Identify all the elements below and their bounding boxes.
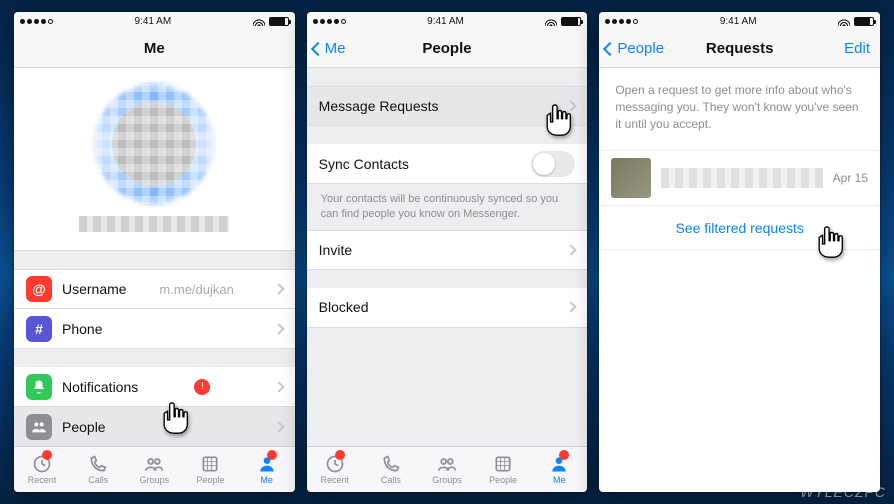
tab-people[interactable]: People [475, 447, 531, 492]
row-label: Sync Contacts [319, 156, 409, 172]
chevron-right-icon [273, 283, 284, 294]
back-button[interactable]: Me [313, 40, 346, 57]
chevron-right-icon [273, 421, 284, 432]
screen-me: 9:41 AM Me @ Username m.me/dujkan # Phon… [14, 12, 295, 492]
row-username[interactable]: @ Username m.me/dujkan [14, 269, 295, 309]
nav-bar: Me [14, 30, 295, 68]
badge-icon [335, 450, 345, 460]
username-value: m.me/dujkan [159, 282, 241, 297]
tab-label: People [489, 475, 517, 485]
nav-title: People [422, 40, 471, 57]
battery-icon [269, 17, 289, 26]
request-row[interactable]: Apr 15 [599, 150, 880, 206]
profile-name-obscured [79, 216, 229, 232]
chevron-right-icon [273, 323, 284, 334]
nav-bar: Me People [307, 30, 588, 68]
tab-groups[interactable]: Groups [126, 447, 182, 492]
watermark: WYLECZPC [800, 484, 886, 500]
profile-header[interactable] [14, 68, 295, 251]
row-label: People [62, 419, 106, 435]
status-time: 9:41 AM [720, 16, 757, 27]
nav-title: Requests [706, 40, 774, 57]
alert-badge: ! [194, 379, 210, 395]
wifi-icon [545, 17, 557, 26]
screen-requests: 9:41 AM People Requests Edit Open a requ… [599, 12, 880, 492]
tab-label: Recent [28, 475, 57, 485]
wifi-icon [838, 17, 850, 26]
tab-recent[interactable]: Recent [307, 447, 363, 492]
back-label: Me [325, 40, 346, 57]
request-date: Apr 15 [833, 171, 868, 185]
toggle-switch[interactable] [531, 151, 575, 177]
phone-number-icon: # [26, 316, 52, 342]
status-bar: 9:41 AM [307, 12, 588, 30]
tab-calls[interactable]: Calls [363, 447, 419, 492]
badge-icon [267, 450, 277, 460]
status-bar: 9:41 AM [599, 12, 880, 30]
sync-contacts-note: Your contacts will be continuously synce… [307, 184, 588, 230]
tab-label: Recent [320, 475, 349, 485]
row-label: Invite [319, 242, 352, 258]
tab-me[interactable]: Me [239, 447, 295, 492]
tab-label: Calls [381, 475, 401, 485]
tab-label: People [196, 475, 224, 485]
row-message-requests[interactable]: Message Requests [307, 86, 588, 126]
row-invite[interactable]: Invite [307, 230, 588, 270]
tab-label: Groups [140, 475, 170, 485]
row-people[interactable]: People [14, 407, 295, 446]
see-filtered-requests-link[interactable]: See filtered requests [599, 206, 880, 250]
at-icon: @ [26, 276, 52, 302]
tab-label: Me [553, 475, 566, 485]
row-label: Message Requests [319, 98, 439, 114]
row-label: Blocked [319, 299, 369, 315]
chevron-right-icon [566, 244, 577, 255]
wifi-icon [253, 17, 265, 26]
tab-label: Groups [432, 475, 462, 485]
chevron-left-icon [311, 41, 325, 55]
avatar[interactable] [94, 84, 214, 204]
back-button[interactable]: People [605, 40, 664, 57]
row-label: Username [62, 281, 127, 297]
row-label: Phone [62, 321, 102, 337]
edit-button[interactable]: Edit [844, 40, 870, 57]
tab-calls[interactable]: Calls [70, 447, 126, 492]
nav-bar: People Requests Edit [599, 30, 880, 68]
tab-label: Me [260, 475, 273, 485]
row-phone[interactable]: # Phone [14, 309, 295, 349]
tab-bar: Recent Calls Groups People Me [307, 446, 588, 492]
bell-icon [26, 374, 52, 400]
row-sync-contacts[interactable]: Sync Contacts [307, 144, 588, 184]
people-icon [26, 414, 52, 440]
tab-me[interactable]: Me [531, 447, 587, 492]
chevron-right-icon [273, 381, 284, 392]
chevron-right-icon [566, 302, 577, 313]
request-thumbnail [611, 158, 651, 198]
status-bar: 9:41 AM [14, 12, 295, 30]
screen-people: 9:41 AM Me People Message Requests Sync … [307, 12, 588, 492]
link-label: See filtered requests [675, 220, 803, 236]
chevron-left-icon [603, 41, 617, 55]
row-blocked[interactable]: Blocked [307, 288, 588, 328]
back-label: People [617, 40, 664, 57]
status-time: 9:41 AM [134, 16, 171, 27]
battery-icon [561, 17, 581, 26]
battery-icon [854, 17, 874, 26]
tab-recent[interactable]: Recent [14, 447, 70, 492]
row-label: Notifications [62, 379, 138, 395]
row-notifications[interactable]: Notifications ! [14, 367, 295, 407]
request-name-obscured [661, 168, 822, 188]
nav-title: Me [144, 40, 165, 57]
requests-description: Open a request to get more info about wh… [599, 68, 880, 150]
tab-bar: Recent Calls Groups People Me [14, 446, 295, 492]
status-time: 9:41 AM [427, 16, 464, 27]
tab-label: Calls [88, 475, 108, 485]
chevron-right-icon [566, 100, 577, 111]
tab-groups[interactable]: Groups [419, 447, 475, 492]
tab-people[interactable]: People [182, 447, 238, 492]
